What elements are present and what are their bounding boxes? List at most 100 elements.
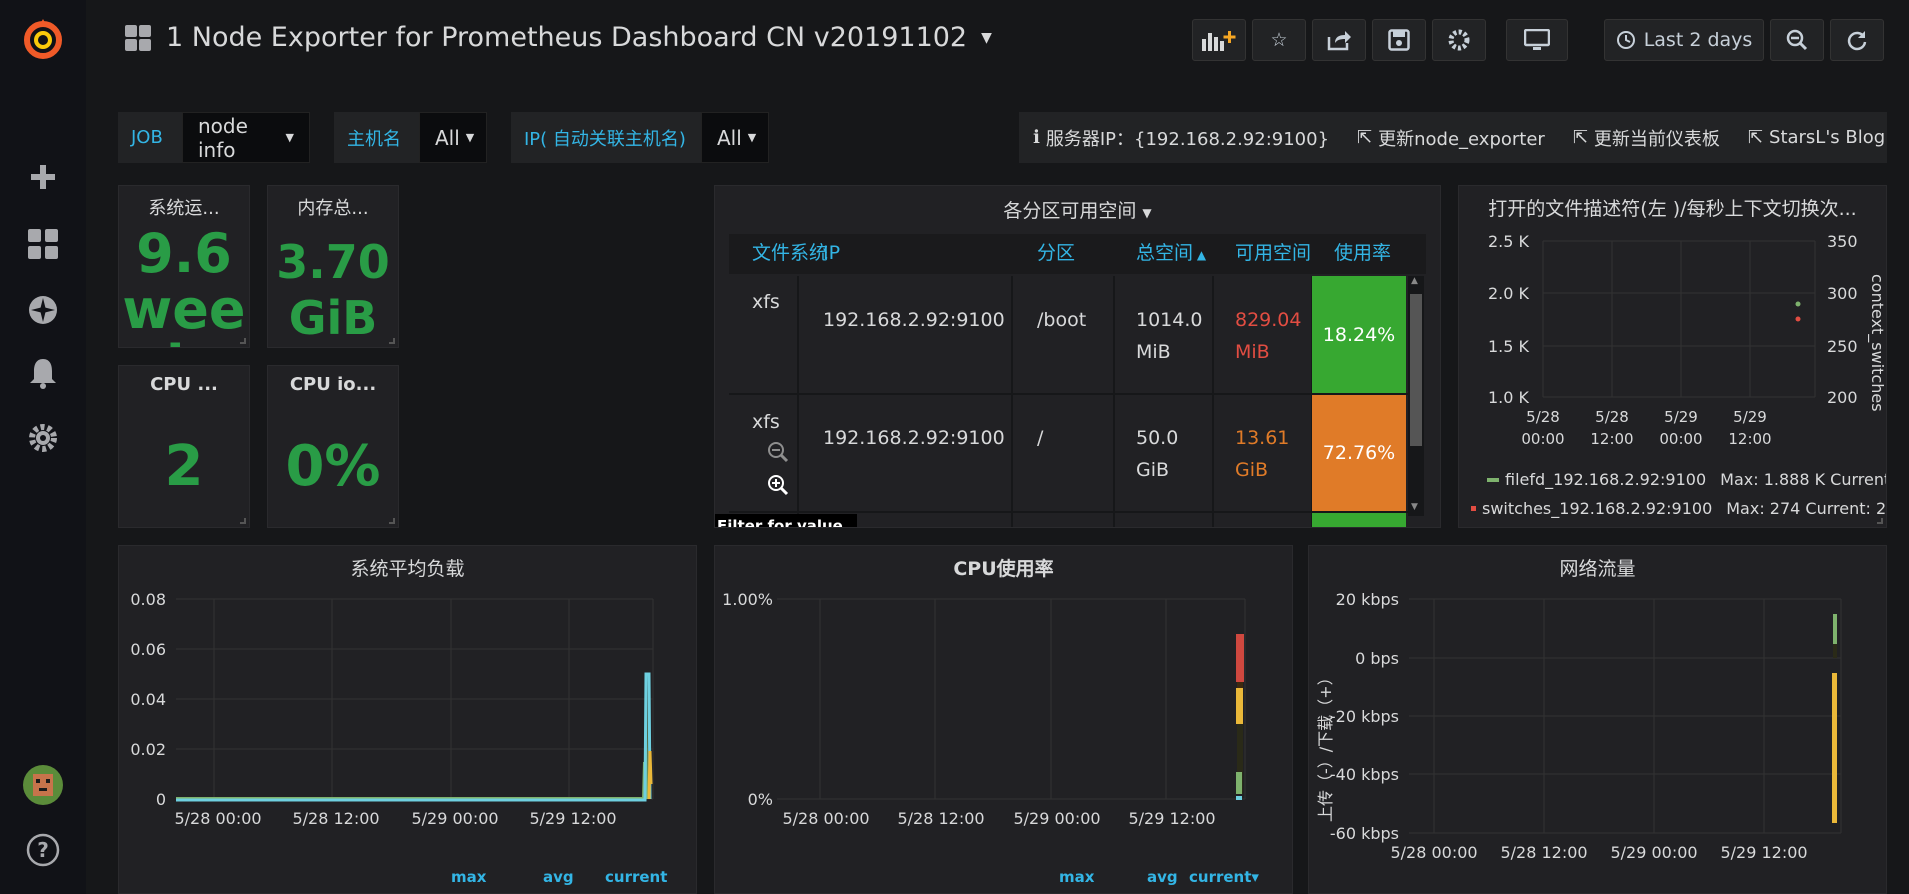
column-header-ip[interactable]: IP xyxy=(823,237,840,269)
help-icon[interactable]: ? xyxy=(0,830,86,870)
save-button[interactable] xyxy=(1372,19,1426,61)
stat-panel-cpu-iowait[interactable]: CPU io... 0% xyxy=(267,365,399,528)
graph-panel-filefd-switches[interactable]: 打开的文件描述符(左 )/每秒上下文切换次... 2.5 K 2.0 K 1.5… xyxy=(1458,185,1887,528)
legend-header-current[interactable]: current xyxy=(605,868,667,886)
resize-handle[interactable] xyxy=(389,518,395,524)
x-tick: 5/28 00:00 xyxy=(1390,843,1477,862)
y-tick: 1.00% xyxy=(722,590,773,609)
resize-handle[interactable] xyxy=(240,338,246,344)
graph-panel-network[interactable]: 网络流量 20 kbps 0 bps -20 kbps -40 kbps -60… xyxy=(1308,545,1887,894)
legend-header-max[interactable]: max xyxy=(451,868,486,886)
caret-down-icon: ▼ xyxy=(285,131,294,144)
column-header-total[interactable]: 总空间 ▲ xyxy=(1136,237,1206,271)
link-blog[interactable]: ⇱ StarsL's Blog xyxy=(1734,127,1899,148)
sort-asc-icon: ▲ xyxy=(1193,248,1207,262)
table-panel-partitions[interactable]: 各分区可用空间 ▼ 文件系统 IP 分区 总空间 ▲ 可用空间 使用率 xfs … xyxy=(714,185,1441,528)
series-cpu-user xyxy=(1236,688,1243,724)
graph-panel-load-average[interactable]: 系统平均负载 0.08 0.06 0.04 0.02 0 5/28 00:00 … xyxy=(118,545,697,894)
external-link-icon: ⇱ xyxy=(1572,127,1588,148)
y-tick: 0.06 xyxy=(130,640,166,659)
gear-icon[interactable] xyxy=(0,418,86,458)
legend-header-current[interactable]: current▾ xyxy=(1189,868,1259,886)
grafana-logo-icon[interactable] xyxy=(0,19,86,60)
x-tick: 12:00 xyxy=(1590,430,1633,448)
scrollbar[interactable]: ▲ ▼ xyxy=(1408,276,1424,516)
column-header-mount[interactable]: 分区 xyxy=(1037,237,1075,269)
variable-select-job[interactable]: node info ▼ xyxy=(182,112,310,163)
monitor-icon xyxy=(1524,29,1550,50)
stat-panel-cpu-cores[interactable]: CPU ... 2 xyxy=(118,365,250,528)
column-header-free[interactable]: 可用空间 xyxy=(1235,237,1311,269)
plus-icon[interactable] xyxy=(0,157,86,197)
zoom-out-button[interactable] xyxy=(1770,19,1824,61)
share-icon xyxy=(1327,31,1351,51)
tv-mode-button[interactable] xyxy=(1506,19,1568,61)
star-button[interactable]: ☆ xyxy=(1252,19,1306,61)
resize-handle[interactable] xyxy=(389,338,395,344)
dashboards-icon[interactable] xyxy=(0,224,86,264)
x-tick: 5/29 12:00 xyxy=(1720,843,1807,862)
graph-panel-cpu-usage[interactable]: CPU使用率 1.00% 0% 5/28 00:00 5/28 12:00 5/… xyxy=(714,545,1293,894)
variable-select-hostname[interactable]: All ▼ xyxy=(419,112,487,163)
external-link-icon: ⇱ xyxy=(1747,127,1764,148)
sidebar: ? xyxy=(0,0,86,894)
refresh-button[interactable] xyxy=(1830,19,1884,61)
y-tick: 0 xyxy=(156,790,166,809)
stat-panel-uptime[interactable]: 系统运... 9.6 week xyxy=(118,185,250,348)
variable-label-hostname: 主机名 xyxy=(334,112,419,163)
variable-select-ip[interactable]: All ▼ xyxy=(701,112,769,163)
legend-item-filefd[interactable]: filefd_192.168.2.92:9100 Max: 1.888 K Cu… xyxy=(1487,470,1886,489)
avatar[interactable] xyxy=(0,765,86,805)
zoom-out-icon xyxy=(1786,29,1808,51)
zoom-out-icon[interactable] xyxy=(767,441,789,468)
scrollbar-thumb[interactable] xyxy=(1410,294,1422,446)
stat-value: 0% xyxy=(285,434,381,499)
data-point-filefd xyxy=(1795,301,1801,307)
caret-down-icon: ▼ xyxy=(465,131,475,144)
link-update-dashboard[interactable]: ⇱ 更新当前仪表板 xyxy=(1559,125,1734,151)
y-tick-right: 200 xyxy=(1827,388,1858,407)
y-axis-label: 上传（-）/下载（+） xyxy=(1316,669,1335,822)
panel-title: CPU ... xyxy=(150,374,218,395)
cell-ip: 192.168.2.92:9100 xyxy=(823,427,1005,449)
legend-header-avg[interactable]: avg xyxy=(1147,868,1178,886)
bell-alerting-icon[interactable] xyxy=(0,353,86,393)
time-range-picker[interactable]: Last 2 days xyxy=(1604,19,1764,61)
y-tick-right: 300 xyxy=(1827,284,1858,303)
explore-compass-icon[interactable] xyxy=(0,290,86,330)
column-divider xyxy=(1113,276,1115,527)
x-tick: 5/28 00:00 xyxy=(174,809,261,828)
external-link-icon: ⇱ xyxy=(1357,127,1373,148)
x-tick: 00:00 xyxy=(1521,430,1564,448)
scroll-down-icon[interactable]: ▼ xyxy=(1411,502,1418,512)
column-header-label: 总空间 xyxy=(1136,242,1194,264)
stat-panel-memory[interactable]: 内存总... 3.70 GiB xyxy=(267,185,399,348)
panel-title: CPU io... xyxy=(289,374,377,395)
variable-value-hostname: All xyxy=(435,125,460,150)
column-header-usage[interactable]: 使用率 xyxy=(1334,237,1391,269)
x-tick: 5/29 12:00 xyxy=(1128,809,1215,828)
x-tick: 5/28 12:00 xyxy=(897,809,984,828)
settings-button[interactable] xyxy=(1432,19,1486,61)
cell-usage-partial xyxy=(1312,513,1406,527)
y-tick-left: 1.0 K xyxy=(1488,388,1530,407)
resize-handle[interactable] xyxy=(1877,518,1883,524)
link-server-ip[interactable]: ℹ 服务器IP：{192.168.2.92:9100} xyxy=(1019,125,1343,151)
star-icon: ☆ xyxy=(1270,29,1288,51)
scroll-up-icon[interactable]: ▲ xyxy=(1411,276,1418,286)
add-panel-button[interactable] xyxy=(1192,19,1246,61)
dashboard-title-picker[interactable]: 1 Node Exporter for Prometheus Dashboard… xyxy=(124,22,992,53)
zoom-in-icon[interactable] xyxy=(767,474,789,501)
cell-filesystem: xfs xyxy=(752,291,780,313)
column-header-filesystem[interactable]: 文件系统 xyxy=(752,237,828,269)
link-update-node-exporter[interactable]: ⇱ 更新node_exporter xyxy=(1343,125,1559,151)
series-load15 xyxy=(176,672,652,802)
y-tick: 0.02 xyxy=(130,740,166,759)
legend-header-max[interactable]: max xyxy=(1059,868,1094,886)
panel-title[interactable]: 各分区可用空间 ▼ xyxy=(715,196,1440,223)
legend-item-switches[interactable]: switches_192.168.2.92:9100 Max: 274 Curr… xyxy=(1471,499,1886,518)
resize-handle[interactable] xyxy=(240,518,246,524)
share-button[interactable] xyxy=(1312,19,1366,61)
legend-header-avg[interactable]: avg xyxy=(543,868,574,886)
stat-value: 2 xyxy=(164,434,204,499)
